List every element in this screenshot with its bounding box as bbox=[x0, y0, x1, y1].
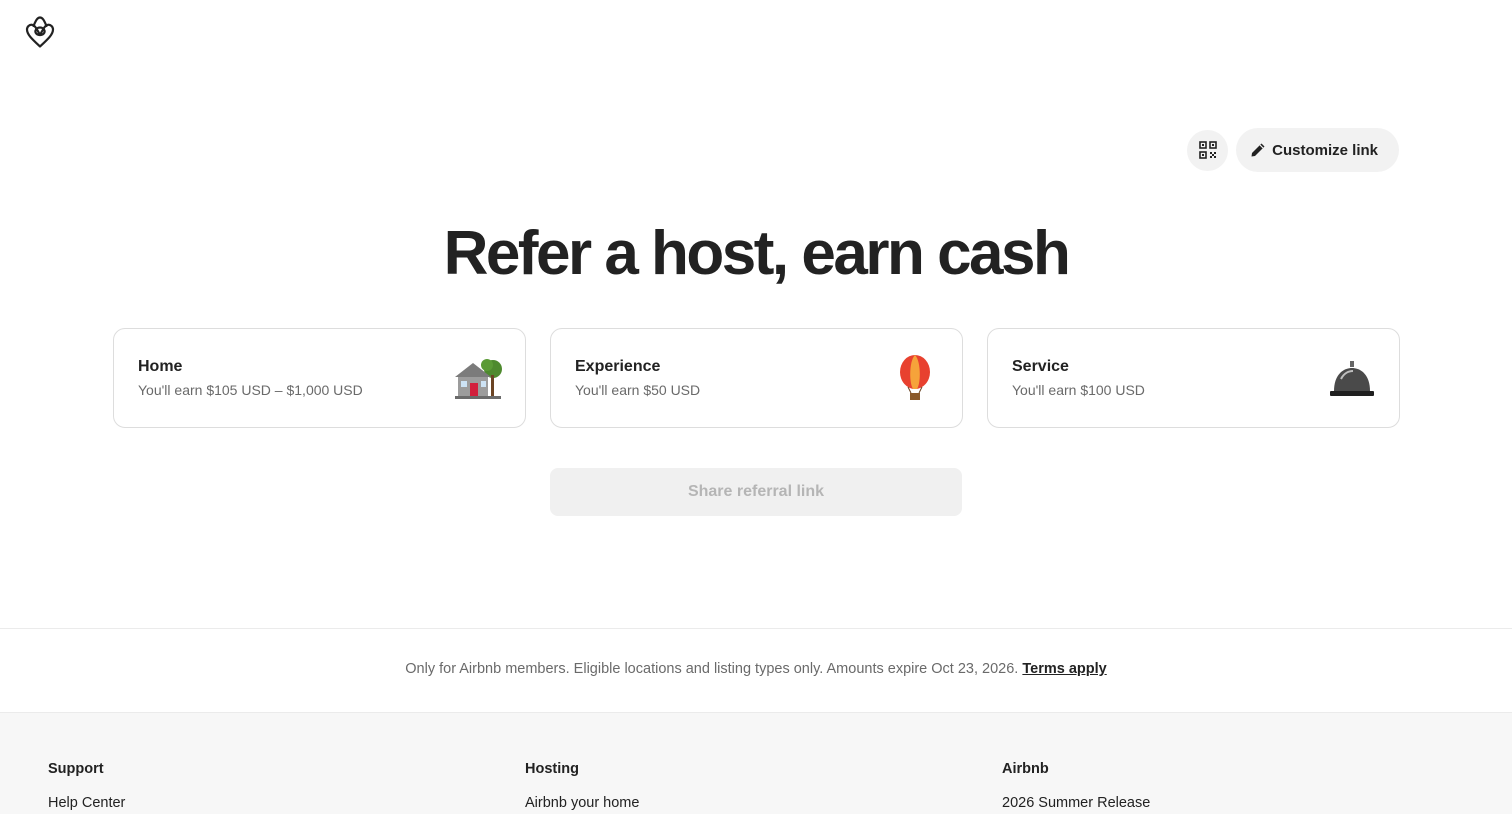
card-experience[interactable]: Experience You'll earn $50 USD bbox=[550, 328, 963, 428]
disclaimer-text: Only for Airbnb members. Eligible locati… bbox=[405, 661, 1023, 677]
card-title: Service bbox=[1012, 358, 1069, 375]
footer-column-airbnb: Airbnb 2026 Summer Release bbox=[1002, 761, 1150, 811]
footer-link-help-center[interactable]: Help Center bbox=[48, 795, 125, 811]
share-referral-link-button[interactable]: Share referral link bbox=[550, 468, 962, 516]
footer-column-hosting: Hosting Airbnb your home bbox=[525, 761, 639, 811]
card-home[interactable]: Home You'll earn $105 USD – $1,000 USD bbox=[113, 328, 526, 428]
card-title: Experience bbox=[575, 358, 661, 375]
terms-apply-link[interactable]: Terms apply bbox=[1022, 661, 1106, 677]
service-bell-icon bbox=[1327, 355, 1377, 401]
footer-heading: Support bbox=[48, 761, 104, 777]
footer-heading: Airbnb bbox=[1002, 761, 1049, 777]
card-subtitle: You'll earn $105 USD – $1,000 USD bbox=[138, 382, 363, 398]
referral-type-cards: Home You'll earn $105 USD – $1,000 USD E… bbox=[113, 328, 1400, 428]
house-icon bbox=[453, 355, 503, 401]
page-title: Refer a host, earn cash bbox=[443, 219, 1071, 288]
disclaimer: Only for Airbnb members. Eligible locati… bbox=[0, 661, 1512, 677]
customize-link-label: Customize link bbox=[1272, 141, 1378, 159]
qr-code-button[interactable] bbox=[1187, 129, 1229, 171]
card-subtitle: You'll earn $100 USD bbox=[1012, 382, 1145, 398]
divider bbox=[0, 628, 1512, 629]
footer-link-summer-release[interactable]: 2026 Summer Release bbox=[1002, 795, 1150, 811]
airbnb-logo-icon[interactable] bbox=[24, 15, 56, 49]
card-subtitle: You'll earn $50 USD bbox=[575, 382, 701, 398]
card-title: Home bbox=[138, 358, 183, 375]
qr-code-icon bbox=[1198, 141, 1217, 159]
top-actions: Customize link bbox=[1187, 128, 1399, 172]
footer-heading: Hosting bbox=[525, 761, 579, 777]
footer-column-support: Support Help Center bbox=[48, 761, 125, 811]
hot-air-balloon-icon bbox=[890, 355, 940, 401]
footer-link-airbnb-your-home[interactable]: Airbnb your home bbox=[525, 795, 639, 811]
footer: Support Help Center Hosting Airbnb your … bbox=[0, 712, 1512, 814]
pencil-icon bbox=[1251, 143, 1265, 157]
customize-link-button[interactable]: Customize link bbox=[1236, 128, 1399, 172]
card-service[interactable]: Service You'll earn $100 USD bbox=[987, 328, 1400, 428]
